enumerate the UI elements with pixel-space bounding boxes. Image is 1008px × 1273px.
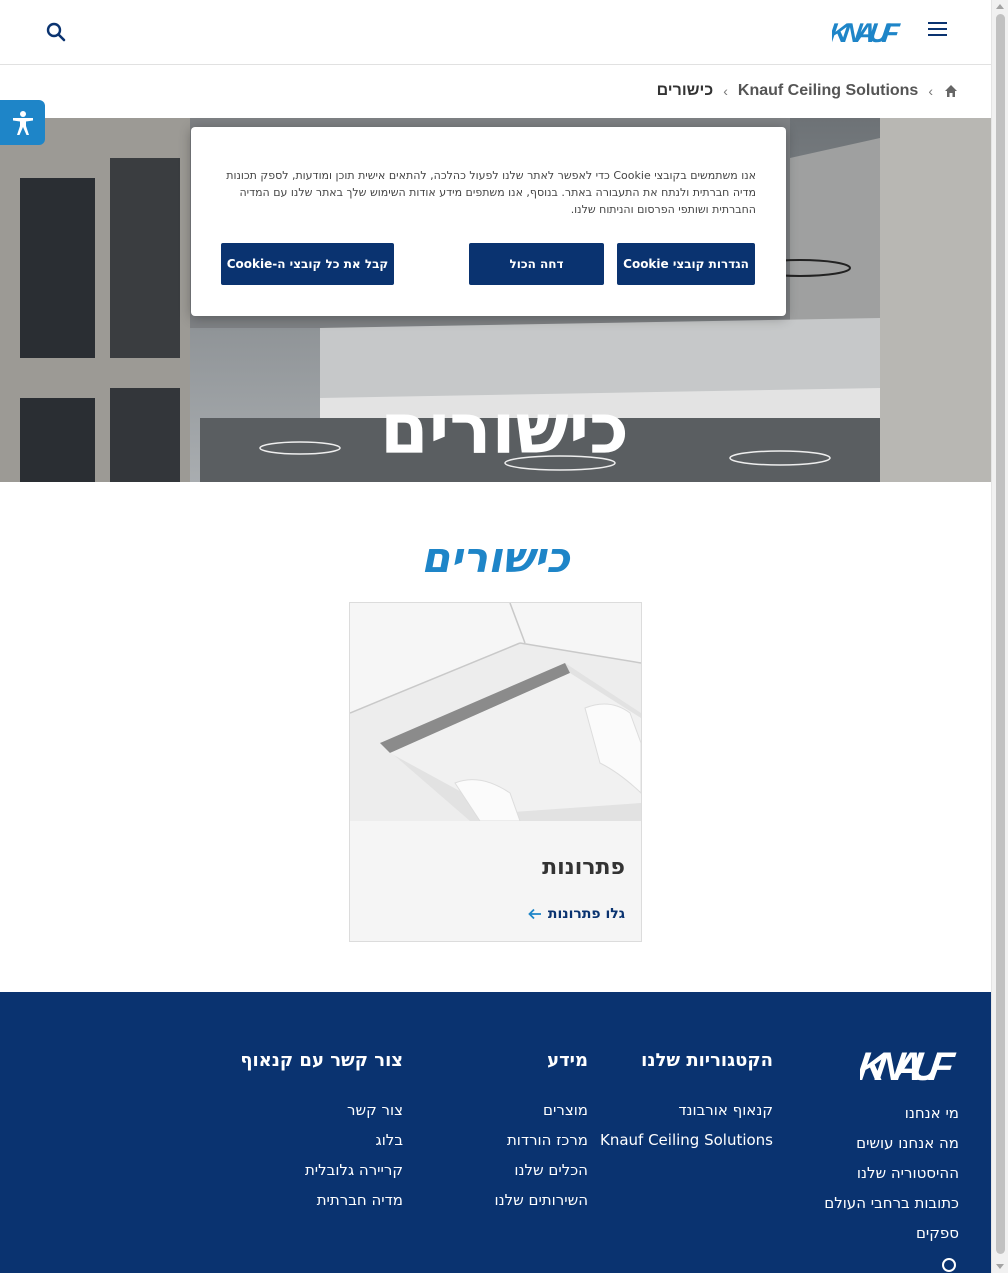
- discover-solutions-link[interactable]: גלו פתרונות: [528, 906, 625, 922]
- footer-knauf-logo[interactable]: KNAUF: [860, 1036, 960, 1088]
- home-icon[interactable]: [943, 83, 959, 99]
- footer-heading: מידע: [547, 1050, 588, 1071]
- footer-link[interactable]: ספקים: [824, 1218, 959, 1248]
- card-image: [350, 603, 641, 821]
- search-icon[interactable]: [44, 20, 68, 44]
- footer-link[interactable]: השירותים שלנו: [494, 1185, 588, 1215]
- svg-text:KNAUF: KNAUF: [832, 17, 903, 48]
- footer-link[interactable]: קנאוף אורבונד: [600, 1095, 773, 1125]
- footer-link[interactable]: ההיסטוריה שלנו: [824, 1158, 959, 1188]
- footer-column-contact: צור קשר עם קנאוף צור קשר בלוג קריירה גלו…: [240, 1050, 403, 1215]
- footer-link[interactable]: Knauf Ceiling Solutions: [600, 1125, 773, 1155]
- chevron-left-icon: ‹: [723, 83, 728, 99]
- breadcrumb-item-ceiling-solutions[interactable]: Knauf Ceiling Solutions: [738, 82, 918, 100]
- reject-all-button[interactable]: דחה הכול: [469, 243, 604, 285]
- site-header: KNAUF: [0, 0, 991, 65]
- breadcrumb: ‹ Knauf Ceiling Solutions ‹ כישורים: [657, 80, 959, 102]
- page-title: כישורים: [421, 533, 570, 582]
- cookie-message: אנו משתמשים בקובצי Cookie כדי לאפשר לאתר…: [226, 169, 756, 216]
- accessibility-icon: [12, 110, 33, 135]
- knauf-logo[interactable]: KNAUF: [832, 12, 904, 52]
- cookie-settings-button[interactable]: הגדרות קובצי Cookie: [617, 243, 755, 285]
- footer-column-company: מי אנחנו מה אנחנו עושים ההיסטוריה שלנו כ…: [824, 1098, 959, 1248]
- footer-link[interactable]: מה אנחנו עושים: [824, 1128, 959, 1158]
- accept-all-cookies-button[interactable]: קבל את כל קובצי ה-Cookie: [221, 243, 394, 285]
- accessibility-button[interactable]: [0, 100, 45, 145]
- scroll-down-icon[interactable]: [996, 1264, 1004, 1269]
- footer-link[interactable]: הכלים שלנו: [494, 1155, 588, 1185]
- hero-title: כישורים: [380, 388, 629, 470]
- card-title: פתרונות: [542, 855, 625, 880]
- footer-link[interactable]: מדיה חברתית: [240, 1185, 403, 1215]
- footer-link[interactable]: כתובות ברחבי העולם: [824, 1188, 959, 1218]
- chevron-left-icon: ‹: [928, 83, 933, 99]
- footer-link[interactable]: צור קשר: [240, 1095, 403, 1125]
- page-scrollbar[interactable]: [991, 0, 1008, 1273]
- svg-text:KNAUF: KNAUF: [860, 1044, 958, 1088]
- site-footer: KNAUF מי אנחנו מה אנחנו עושים ההיסטוריה …: [0, 992, 991, 1273]
- solutions-card[interactable]: פתרונות גלו פתרונות: [349, 602, 642, 942]
- footer-link[interactable]: בלוג: [240, 1125, 403, 1155]
- breadcrumb-item-current: כישורים: [656, 82, 714, 99]
- globe-icon[interactable]: [942, 1258, 956, 1272]
- arrow-left-icon: [528, 908, 541, 920]
- footer-link[interactable]: מרכז הורדות: [494, 1125, 588, 1155]
- menu-icon[interactable]: [928, 22, 950, 42]
- footer-heading: הקטגוריות שלנו: [641, 1050, 773, 1071]
- footer-heading: צור קשר עם קנאוף: [240, 1050, 403, 1071]
- page: KNAUF ‹ Knauf Ceiling Solutions ‹ כישורי…: [0, 0, 991, 1273]
- footer-link[interactable]: קריירה גלובלית: [240, 1155, 403, 1185]
- footer-column-info: מידע מוצרים מרכז הורדות הכלים שלנו השירו…: [494, 1050, 588, 1215]
- scrollbar-thumb[interactable]: [996, 14, 1005, 1254]
- footer-column-categories: הקטגוריות שלנו קנאוף אורבונד Knauf Ceili…: [600, 1050, 773, 1155]
- footer-link[interactable]: מי אנחנו: [824, 1098, 959, 1128]
- footer-link[interactable]: מוצרים: [494, 1095, 588, 1125]
- card-link-label: גלו פתרונות: [547, 906, 625, 922]
- cookie-consent-dialog: אנו משתמשים בקובצי Cookie כדי לאפשר לאתר…: [191, 127, 786, 316]
- scroll-up-icon[interactable]: [996, 4, 1004, 9]
